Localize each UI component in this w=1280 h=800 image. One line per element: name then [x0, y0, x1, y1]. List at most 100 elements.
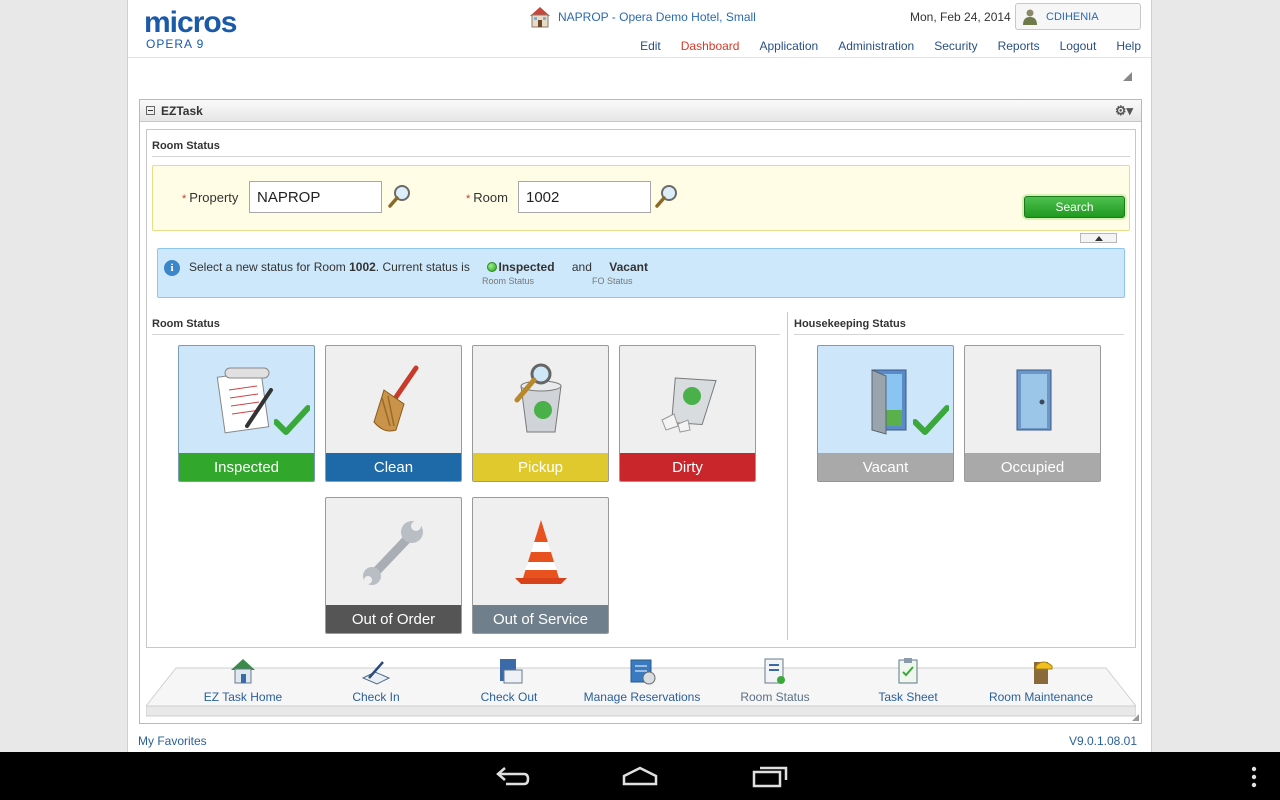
dock-label: Room Maintenance: [988, 690, 1094, 704]
room-search-icon[interactable]: [655, 184, 679, 208]
selected-check-icon: [274, 405, 310, 435]
micros-logo: micros OPERA 9: [144, 6, 237, 51]
dock-task-sheet[interactable]: Task Sheet: [843, 654, 973, 704]
dock-ez-task-home[interactable]: EZ Task Home: [178, 654, 308, 704]
fo-status-caption: FO Status: [592, 276, 633, 286]
status-label: Clean: [326, 453, 461, 481]
overflow-menu-icon[interactable]: [1250, 766, 1258, 788]
search-bar: *Property *Room Search: [152, 165, 1130, 231]
required-marker: *: [182, 193, 187, 205]
required-marker: *: [466, 193, 471, 205]
status-tile-inspected[interactable]: Inspected: [178, 345, 315, 482]
dock-label: Check In: [352, 690, 400, 704]
property-input[interactable]: [249, 181, 382, 213]
brand-subtitle: OPERA 9: [146, 37, 205, 51]
nav-application[interactable]: Application: [759, 39, 818, 53]
check-out-icon: [444, 654, 574, 686]
nav-reports[interactable]: Reports: [998, 39, 1040, 53]
nav-dashboard[interactable]: Dashboard: [681, 39, 740, 53]
gear-icon[interactable]: ⚙▾: [1115, 103, 1133, 119]
panel-resize-icon[interactable]: [1132, 714, 1139, 721]
top-navigation: Edit Dashboard Application Administratio…: [640, 39, 1141, 53]
status-info-bar: i Select a new status for Room 1002. Cur…: [157, 248, 1125, 298]
collapse-panel-icon[interactable]: [146, 106, 155, 115]
status-tile-dirty[interactable]: Dirty: [619, 345, 756, 482]
status-label: Pickup: [473, 453, 608, 481]
status-room-number: 1002: [349, 260, 376, 274]
housekeeping-status-title: Housekeeping Status: [794, 318, 906, 330]
inspected-status-icon: [486, 262, 497, 272]
dock-check-in[interactable]: Check In: [311, 654, 441, 704]
check-in-icon: [311, 654, 441, 686]
room-input[interactable]: [518, 181, 651, 213]
nav-help[interactable]: Help: [1116, 39, 1141, 53]
property-label-text: Property: [189, 190, 239, 205]
hotel-name[interactable]: NAPROP - Opera Demo Hotel, Small: [558, 10, 756, 24]
recent-apps-icon[interactable]: [752, 764, 788, 788]
dock-label: Room Status: [740, 690, 810, 704]
status-message: Select a new status for Room 1002. Curre…: [189, 260, 648, 274]
current-room-status: Inspected: [498, 260, 555, 274]
hk-label: Occupied: [965, 453, 1100, 481]
footer: My Favorites V9.0.1.08.01: [128, 730, 1151, 752]
status-tile-pickup[interactable]: Pickup: [472, 345, 609, 482]
nav-security[interactable]: Security: [934, 39, 977, 53]
housekeeping-divider: [794, 334, 1124, 335]
dock-check-out[interactable]: Check Out: [444, 654, 574, 704]
hotel-icon: [530, 7, 550, 28]
nav-edit[interactable]: Edit: [640, 39, 661, 53]
layout-resize-icon[interactable]: [1123, 72, 1132, 81]
column-separator: [787, 312, 788, 640]
user-menu[interactable]: CDIHENIA: [1015, 3, 1141, 30]
reservations-icon: [577, 654, 707, 686]
status-tile-out-of-order[interactable]: Out of Order: [325, 497, 462, 634]
room-label-text: Room: [473, 190, 508, 205]
dock-label: EZ Task Home: [203, 690, 283, 704]
collapse-search-button[interactable]: [1080, 233, 1117, 243]
info-icon: i: [164, 260, 180, 276]
my-favorites-link[interactable]: My Favorites: [138, 734, 207, 748]
left-gutter: [0, 0, 127, 752]
hk-tile-vacant[interactable]: Vacant: [817, 345, 954, 482]
dock-label: Task Sheet: [878, 690, 938, 704]
room-status-icon: [710, 654, 840, 686]
room-status-caption: Room Status: [482, 276, 535, 286]
status-label: Out of Service: [473, 605, 608, 633]
hotel-selector[interactable]: NAPROP - Opera Demo Hotel, Small: [528, 5, 756, 29]
back-icon[interactable]: [494, 764, 530, 788]
status-tile-out-of-service[interactable]: Out of Service: [472, 497, 609, 634]
search-button[interactable]: Search: [1024, 196, 1125, 218]
version-label: V9.0.1.08.01: [1068, 734, 1137, 748]
dock-room-status[interactable]: Room Status: [710, 654, 840, 704]
wrench-icon: [326, 498, 461, 606]
maintenance-icon: [976, 654, 1106, 686]
hk-tile-occupied[interactable]: Occupied: [964, 345, 1101, 482]
dock-label: Manage Reservations: [583, 690, 701, 704]
nav-logout[interactable]: Logout: [1060, 39, 1097, 53]
room-status-divider: [152, 334, 780, 335]
status-message-middle: . Current status is: [375, 260, 470, 274]
selected-check-icon: [913, 405, 949, 435]
system-navigation-bar: [0, 752, 1280, 800]
dock-room-maintenance[interactable]: Room Maintenance: [976, 654, 1106, 704]
eztask-panel: EZTask ⚙▾ Room Status *Property *Room: [139, 99, 1142, 724]
home-icon: [178, 654, 308, 686]
home-nav-icon[interactable]: [622, 764, 658, 788]
user-icon: [1023, 9, 1037, 25]
room-status-form: Room Status *Property *Room: [146, 129, 1136, 648]
brand-name: micros: [144, 6, 237, 39]
status-label: Dirty: [620, 453, 755, 481]
dock-manage-reservations[interactable]: Manage Reservations: [577, 654, 707, 704]
status-tile-clean[interactable]: Clean: [325, 345, 462, 482]
app-frame: micros OPERA 9 NAPROP - Opera Demo Hotel…: [127, 0, 1152, 752]
nav-administration[interactable]: Administration: [838, 39, 914, 53]
status-message-prefix: Select a new status for Room: [189, 260, 346, 274]
user-name[interactable]: CDIHENIA: [1046, 11, 1099, 23]
task-sheet-icon: [843, 654, 973, 686]
property-label: * Property: [182, 190, 238, 205]
property-search-icon[interactable]: [388, 184, 412, 208]
trash-can-icon: [473, 346, 608, 454]
overflowing-bin-icon: [620, 346, 755, 454]
panel-title: EZTask: [161, 103, 203, 118]
right-gutter: [1153, 0, 1280, 752]
